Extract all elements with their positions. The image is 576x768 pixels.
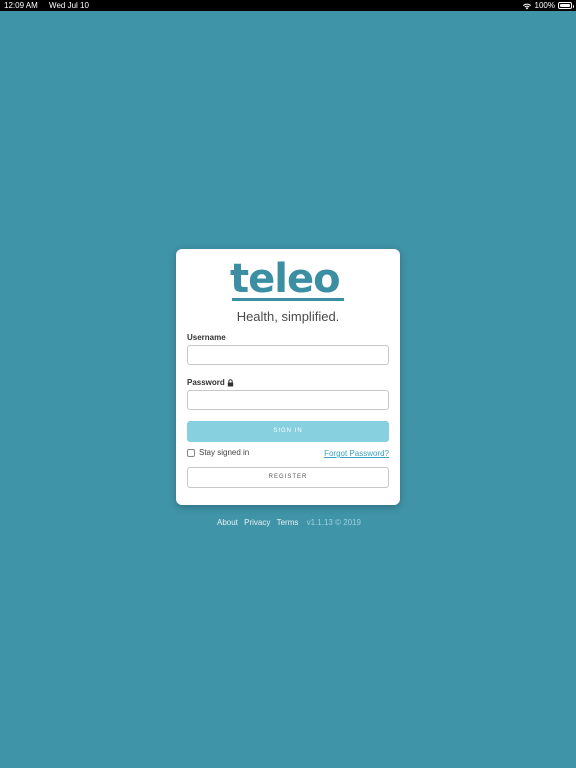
lock-icon bbox=[227, 378, 233, 386]
wifi-icon bbox=[522, 3, 531, 9]
teleo-logo: teleo bbox=[230, 259, 344, 303]
register-button[interactable]: REGISTER bbox=[187, 467, 389, 488]
username-label: Username bbox=[187, 333, 226, 342]
password-input[interactable] bbox=[187, 390, 389, 410]
stay-signed-in-label: Stay signed in bbox=[199, 448, 250, 457]
status-date: Wed Jul 10 bbox=[49, 1, 89, 10]
password-label: Password bbox=[187, 378, 234, 387]
battery-icon bbox=[558, 2, 574, 9]
login-card: teleo Health, simplified. Username Passw… bbox=[176, 249, 400, 505]
logo-underline bbox=[232, 298, 344, 301]
version-text: v1.1.13 © 2019 bbox=[306, 518, 361, 527]
terms-link[interactable]: Terms bbox=[277, 518, 299, 527]
privacy-link[interactable]: Privacy bbox=[244, 518, 270, 527]
status-time: 12:09 AM bbox=[4, 1, 38, 10]
stay-signed-in-checkbox[interactable] bbox=[187, 448, 195, 457]
status-bar: 12:09 AM Wed Jul 10 100% bbox=[0, 0, 576, 11]
stay-signed-in[interactable]: Stay signed in bbox=[187, 448, 249, 457]
footer: About Privacy Terms v1.1.13 © 2019 bbox=[0, 518, 576, 527]
battery-percent: 100% bbox=[534, 1, 555, 10]
forgot-password-link[interactable]: Forgot Password? bbox=[324, 449, 389, 458]
username-input[interactable] bbox=[187, 345, 389, 365]
about-link[interactable]: About bbox=[217, 518, 238, 527]
logo-text: teleo bbox=[230, 256, 341, 302]
sign-in-button[interactable]: SIGN IN bbox=[187, 421, 389, 442]
tagline: Health, simplified. bbox=[236, 309, 340, 324]
